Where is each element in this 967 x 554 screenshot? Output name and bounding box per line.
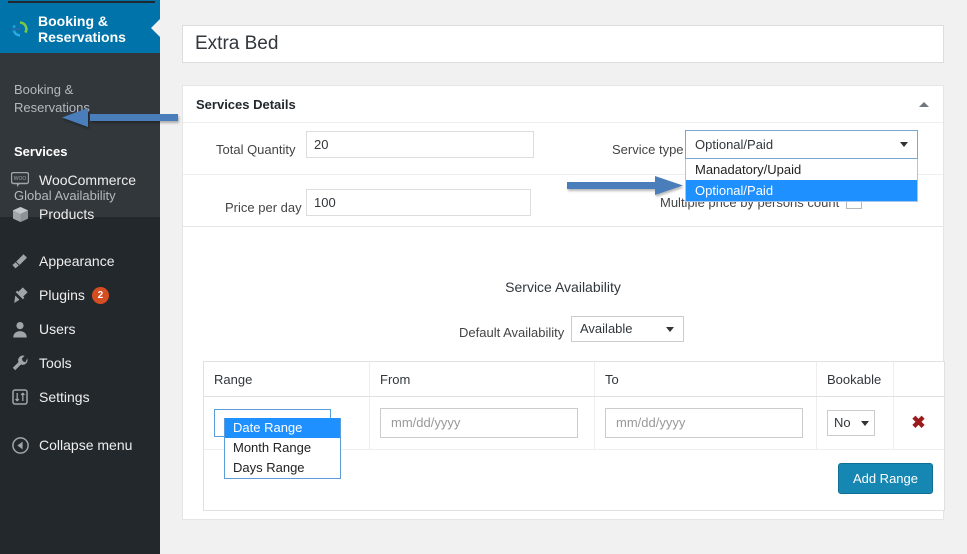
sidebar-collapse-label: Collapse menu <box>39 437 133 453</box>
option-label: Manadatory/Upaid <box>695 162 802 177</box>
chevron-down-icon <box>666 327 674 332</box>
total-quantity-input[interactable]: 20 <box>306 131 534 158</box>
service-type-option-mandatory-unpaid[interactable]: Manadatory/Upaid <box>686 159 917 180</box>
column-header-actions <box>893 362 943 396</box>
to-date-cell: mm/dd/yyyy <box>594 397 816 449</box>
bookable-value: No <box>834 415 851 430</box>
appearance-brush-icon <box>10 251 30 271</box>
bookable-select[interactable]: No <box>827 410 875 436</box>
to-date-placeholder: mm/dd/yyyy <box>616 415 686 430</box>
column-header-bookable: Bookable <box>816 362 893 396</box>
range-type-dropdown-options[interactable]: Date Range Month Range Days Range <box>224 418 341 479</box>
services-details-header[interactable]: Services Details <box>183 86 943 123</box>
bookable-cell: No <box>816 397 893 449</box>
to-date-input[interactable]: mm/dd/yyyy <box>605 408 803 438</box>
option-label: Date Range <box>233 420 303 435</box>
service-availability-heading: Service Availability <box>505 279 621 295</box>
sidebar-item-label: Users <box>39 321 76 337</box>
price-per-day-input[interactable]: 100 <box>306 189 531 216</box>
page-title: Extra Bed <box>195 33 279 54</box>
option-label: Month Range <box>233 440 312 455</box>
option-label: Optional/Paid <box>695 183 774 198</box>
page-title-field[interactable]: Extra Bed <box>182 25 944 63</box>
arrow-pointing-services <box>62 108 178 127</box>
chevron-up-icon[interactable] <box>919 102 929 107</box>
svg-text:WOO: WOO <box>14 176 27 182</box>
main-content: Extra Bed Services Details Total Quantit… <box>160 0 967 554</box>
from-date-cell: mm/dd/yyyy <box>369 397 594 449</box>
chevron-down-icon <box>900 142 908 147</box>
from-date-input[interactable]: mm/dd/yyyy <box>380 408 578 438</box>
sidebar-item-label: Products <box>39 206 95 222</box>
sidebar-subitem-label: Services <box>14 144 68 159</box>
column-header-to: To <box>594 362 816 396</box>
sidebar-item-booking-reservations-header[interactable]: Booking & Reservations <box>0 5 160 53</box>
admin-sidebar: Booking & Reservations Booking & Reserva… <box>0 0 160 554</box>
service-type-selected-value: Optional/Paid <box>695 137 774 152</box>
service-type-dropdown-options[interactable]: Manadatory/Upaid Optional/Paid <box>685 159 918 202</box>
tools-wrench-icon <box>10 353 30 373</box>
delete-cell: ✖ <box>893 397 943 449</box>
sidebar-main-menu: WOO WooCommerce Products Appearance Plug… <box>0 163 160 462</box>
range-option-month-range[interactable]: Month Range <box>225 438 340 458</box>
availability-range-table: Range From To Bookable Date Range <box>203 361 945 511</box>
sidebar-item-label: Settings <box>39 389 90 405</box>
woocommerce-icon: WOO <box>10 170 30 190</box>
option-label: Days Range <box>233 460 305 475</box>
settings-sliders-icon <box>10 387 30 407</box>
sidebar-item-label: Plugins <box>39 287 85 303</box>
delete-x-icon[interactable]: ✖ <box>911 413 925 433</box>
range-option-days-range[interactable]: Days Range <box>225 458 340 478</box>
sidebar-collapse-menu-button[interactable]: Collapse menu <box>0 428 160 462</box>
default-availability-label: Default Availability <box>459 325 565 340</box>
sidebar-item-products[interactable]: Products <box>0 197 160 231</box>
price-per-day-label: Price per day <box>225 200 302 215</box>
sidebar-item-appearance[interactable]: Appearance <box>0 244 160 278</box>
price-per-day-value: 100 <box>314 195 336 210</box>
chevron-down-icon <box>861 421 869 426</box>
total-quantity-label: Total Quantity <box>216 142 296 157</box>
users-person-icon <box>10 319 30 339</box>
default-availability-value: Available <box>580 321 633 336</box>
column-header-range: Range <box>214 371 253 387</box>
collapse-left-arrow-icon <box>10 435 30 455</box>
sidebar-item-woocommerce[interactable]: WOO WooCommerce <box>0 163 160 197</box>
booking-refresh-icon <box>10 19 30 39</box>
total-quantity-value: 20 <box>314 137 329 152</box>
column-header-from: From <box>369 362 594 396</box>
sidebar-item-label: Appearance <box>39 253 115 269</box>
from-date-placeholder: mm/dd/yyyy <box>391 415 461 430</box>
plugins-update-badge: 2 <box>91 286 109 304</box>
app-root: Booking & Reservations Booking & Reserva… <box>0 0 967 554</box>
plugins-plug-icon <box>10 285 30 305</box>
range-table-header-row: Range From To Bookable <box>204 362 944 397</box>
sidebar-divider-gap <box>0 231 160 244</box>
sidebar-item-settings[interactable]: Settings <box>0 380 160 414</box>
service-type-select[interactable]: Optional/Paid <box>685 130 918 159</box>
sidebar-active-pointer <box>151 19 160 37</box>
sidebar-item-tools[interactable]: Tools <box>0 346 160 380</box>
sidebar-item-plugins[interactable]: Plugins 2 <box>0 278 160 312</box>
services-details-heading: Services Details <box>196 96 296 112</box>
add-range-button[interactable]: Add Range <box>837 463 933 494</box>
sidebar-item-label: WooCommerce <box>39 172 136 188</box>
services-details-panel: Services Details Total Quantity 20 Price… <box>182 85 945 520</box>
sidebar-item-users[interactable]: Users <box>0 312 160 346</box>
service-type-option-optional-paid[interactable]: Optional/Paid <box>686 180 917 201</box>
service-type-label: Service type <box>612 142 684 157</box>
arrow-pointing-service-type-dropdown <box>567 176 683 195</box>
products-box-icon <box>10 204 30 224</box>
sidebar-current-menu-label: Booking & Reservations <box>38 13 126 45</box>
range-option-date-range[interactable]: Date Range <box>225 418 340 438</box>
default-availability-select[interactable]: Available <box>571 316 684 342</box>
sidebar-item-label: Tools <box>39 355 72 371</box>
